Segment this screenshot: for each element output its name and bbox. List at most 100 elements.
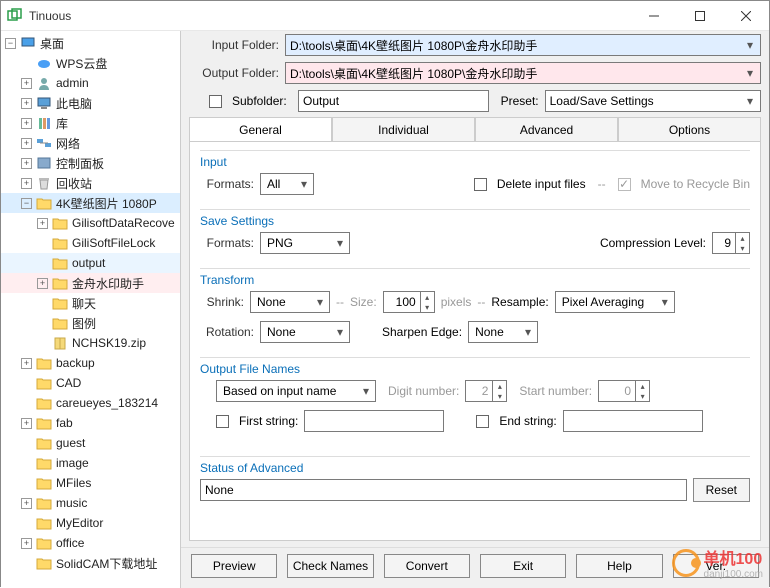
tree-item[interactable]: image — [1, 453, 180, 473]
tree-expander-icon[interactable]: + — [37, 278, 48, 289]
spin-down-icon: ▾ — [493, 391, 506, 401]
tree-expander-icon[interactable]: − — [5, 38, 16, 49]
tree-expander-icon[interactable]: + — [21, 158, 32, 169]
tree-item[interactable]: + 金舟水印助手 — [1, 273, 180, 293]
folder-icon — [36, 375, 52, 391]
chevron-down-icon[interactable]: ▾ — [742, 65, 758, 81]
shrink-select[interactable]: None▾ — [250, 291, 330, 313]
tree-spacer — [21, 58, 32, 69]
end-string-input[interactable] — [563, 410, 703, 432]
close-button[interactable] — [723, 1, 769, 31]
tree-item[interactable]: +office — [1, 533, 180, 553]
tree-item[interactable]: WPS云盘 — [1, 53, 180, 73]
chevron-down-icon[interactable]: ▾ — [359, 381, 373, 401]
tree-expander-icon[interactable]: + — [21, 118, 32, 129]
spin-down-icon[interactable]: ▾ — [736, 243, 749, 253]
convert-button[interactable]: Convert — [384, 554, 470, 578]
chevron-down-icon[interactable]: ▾ — [297, 174, 311, 194]
tree-item-label: 金舟水印助手 — [72, 275, 144, 292]
spin-down-icon[interactable]: ▾ — [421, 302, 434, 312]
tree-item[interactable]: NCHSK19.zip — [1, 333, 180, 353]
sharpen-select[interactable]: None▾ — [468, 321, 538, 343]
tree-expander-icon[interactable]: + — [21, 138, 32, 149]
save-formats-select[interactable]: PNG▾ — [260, 232, 350, 254]
tree-item[interactable]: +admin — [1, 73, 180, 93]
chevron-down-icon[interactable]: ▾ — [742, 37, 758, 53]
tree-item[interactable]: −4K壁纸图片 1080P — [1, 193, 180, 213]
maximize-button[interactable] — [677, 1, 723, 31]
exit-button[interactable]: Exit — [480, 554, 566, 578]
chevron-down-icon[interactable]: ▾ — [521, 322, 535, 342]
tree-item[interactable]: SolidCAM下载地址 — [1, 553, 180, 573]
tree-item[interactable]: +网络 — [1, 133, 180, 153]
tree-item[interactable]: +回收站 — [1, 173, 180, 193]
rotation-select[interactable]: None▾ — [260, 321, 350, 343]
size-spinner[interactable]: ▴▾ — [383, 291, 435, 313]
first-string-checkbox[interactable] — [216, 415, 229, 428]
first-string-input[interactable] — [304, 410, 444, 432]
chevron-down-icon[interactable]: ▾ — [658, 292, 672, 312]
tree-item[interactable]: +此电脑 — [1, 93, 180, 113]
spin-up-icon[interactable]: ▴ — [421, 292, 434, 302]
tree-item[interactable]: MFiles — [1, 473, 180, 493]
delete-input-label: Delete input files — [497, 177, 586, 191]
end-string-checkbox[interactable] — [476, 415, 489, 428]
input-folder-combo[interactable]: D:\tools\桌面\4K壁纸图片 1080P\金舟水印助手 ▾ — [285, 34, 761, 56]
tree-item[interactable]: +GilisoftDataRecove — [1, 213, 180, 233]
tree-expander-icon[interactable]: + — [21, 358, 32, 369]
tree-expander-icon[interactable]: − — [21, 198, 32, 209]
output-folder-combo[interactable]: D:\tools\桌面\4K壁纸图片 1080P\金舟水印助手 ▾ — [285, 62, 761, 84]
tree-item[interactable]: guest — [1, 433, 180, 453]
tree-expander-icon[interactable]: + — [37, 218, 48, 229]
tree-item[interactable]: output — [1, 253, 180, 273]
tree-item[interactable]: 图例 — [1, 313, 180, 333]
reset-button[interactable]: Reset — [693, 478, 750, 502]
subfolder-input[interactable] — [298, 90, 489, 112]
delete-input-checkbox[interactable] — [474, 178, 487, 191]
tree-item[interactable]: +music — [1, 493, 180, 513]
tree-item[interactable]: +fab — [1, 413, 180, 433]
tree-expander-icon[interactable]: + — [21, 78, 32, 89]
tree-expander-icon[interactable]: + — [21, 418, 32, 429]
version-button[interactable]: Ver. — [673, 554, 759, 578]
preview-button[interactable]: Preview — [191, 554, 277, 578]
group-title-output: Output File Names — [196, 362, 304, 376]
chevron-down-icon[interactable]: ▾ — [333, 322, 347, 342]
chevron-down-icon[interactable]: ▾ — [333, 233, 347, 253]
group-title-save: Save Settings — [196, 214, 278, 228]
tree-item[interactable]: −桌面 — [1, 33, 180, 53]
group-title-status: Status of Advanced — [196, 461, 307, 475]
tree-item[interactable]: +控制面板 — [1, 153, 180, 173]
recycle-label: Move to Recycle Bin — [641, 177, 750, 191]
tab-individual[interactable]: Individual — [332, 117, 475, 141]
tree-item[interactable]: careueyes_183214 — [1, 393, 180, 413]
input-folder-value: D:\tools\桌面\4K壁纸图片 1080P\金舟水印助手 — [290, 37, 537, 54]
minimize-button[interactable] — [631, 1, 677, 31]
tree-expander-icon[interactable]: + — [21, 178, 32, 189]
tree-item[interactable]: 聊天 — [1, 293, 180, 313]
compression-spinner[interactable]: ▴▾ — [712, 232, 750, 254]
tab-general[interactable]: General — [189, 117, 332, 141]
tree-item[interactable]: GiliSoftFileLock — [1, 233, 180, 253]
tree-item[interactable]: MyEditor — [1, 513, 180, 533]
folder-icon — [36, 555, 52, 571]
help-button[interactable]: Help — [576, 554, 662, 578]
tree-item[interactable]: +backup — [1, 353, 180, 373]
spin-up-icon[interactable]: ▴ — [736, 233, 749, 243]
tab-options[interactable]: Options — [618, 117, 761, 141]
tree-item[interactable]: CAD — [1, 373, 180, 393]
input-formats-select[interactable]: All▾ — [260, 173, 314, 195]
name-basis-select[interactable]: Based on input name▾ — [216, 380, 376, 402]
subfolder-checkbox[interactable] — [209, 95, 222, 108]
tree-item[interactable]: +库 — [1, 113, 180, 133]
tree-expander-icon[interactable]: + — [21, 98, 32, 109]
check-names-button[interactable]: Check Names — [287, 554, 373, 578]
resample-select[interactable]: Pixel Averaging▾ — [555, 291, 675, 313]
chevron-down-icon[interactable]: ▾ — [742, 93, 758, 109]
tree-expander-icon[interactable]: + — [21, 538, 32, 549]
folder-tree[interactable]: −桌面WPS云盘+admin+此电脑+库+网络+控制面板+回收站−4K壁纸图片 … — [1, 31, 181, 588]
tab-advanced[interactable]: Advanced — [475, 117, 618, 141]
preset-combo[interactable]: Load/Save Settings ▾ — [545, 90, 761, 112]
chevron-down-icon[interactable]: ▾ — [313, 292, 327, 312]
tree-expander-icon[interactable]: + — [21, 498, 32, 509]
